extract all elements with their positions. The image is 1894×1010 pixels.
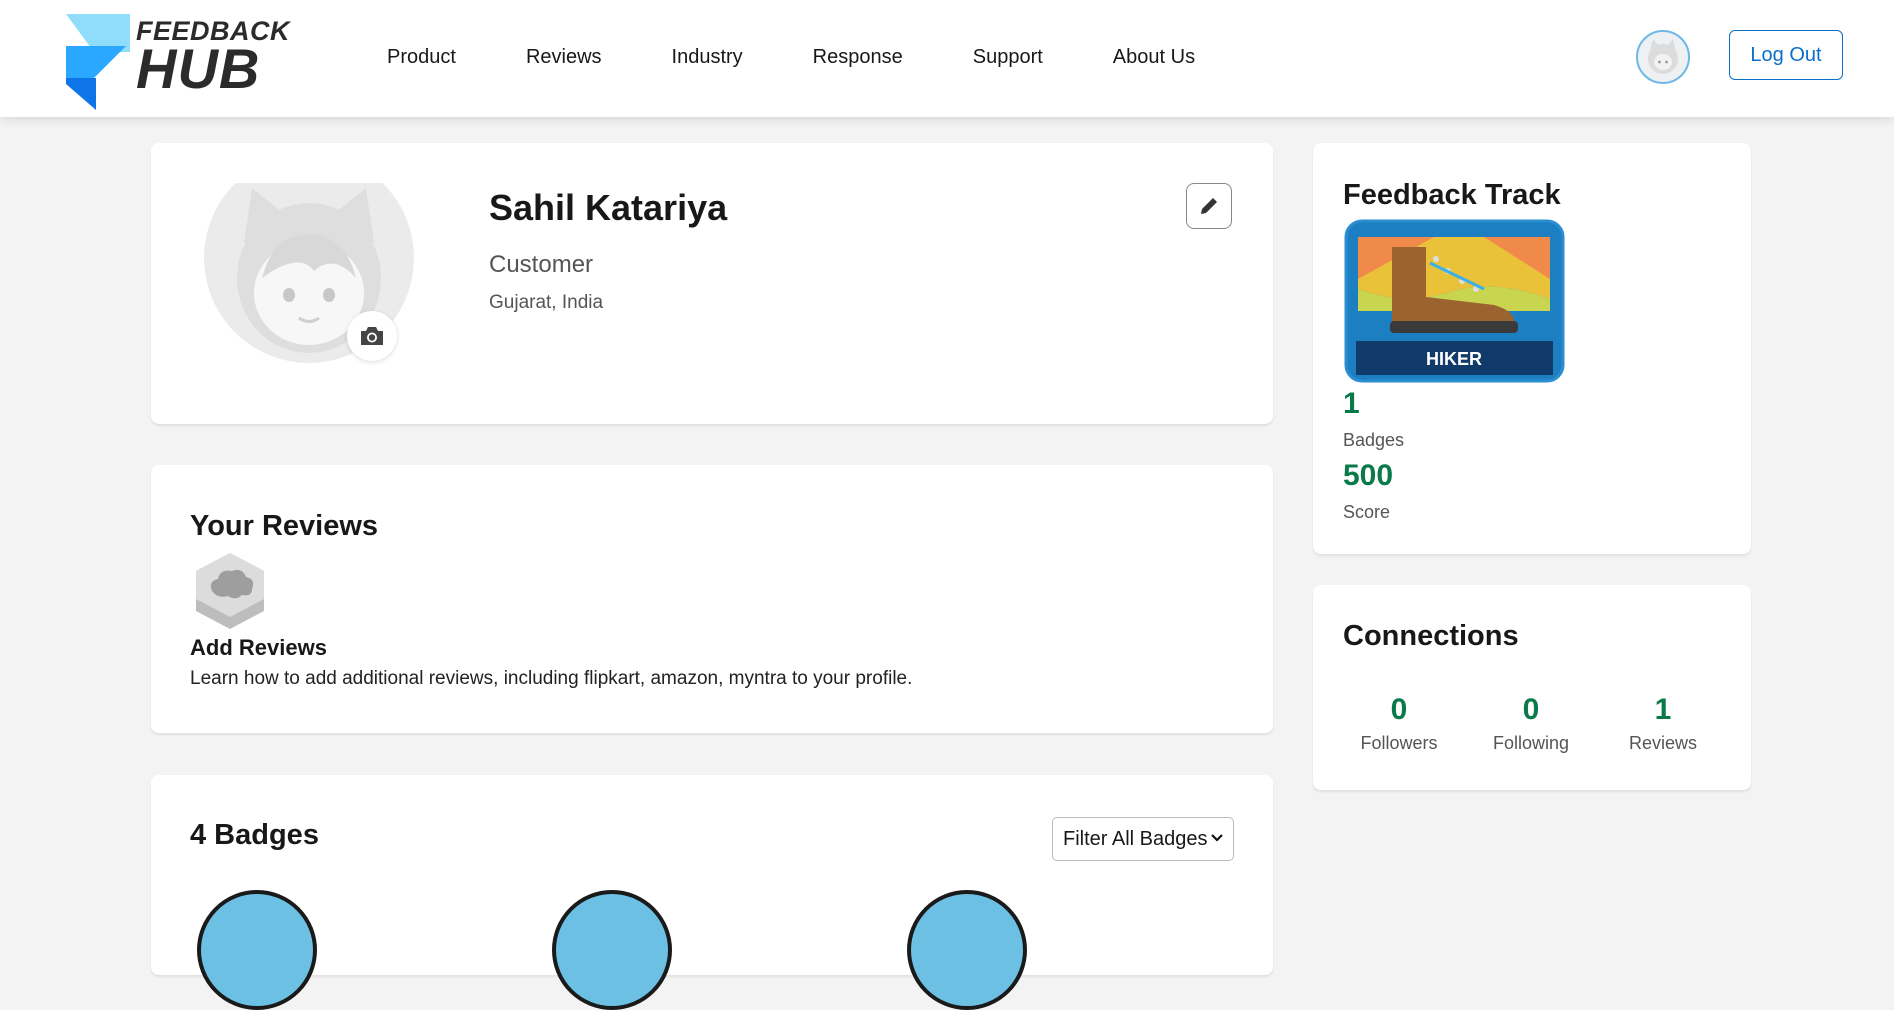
score-label: Score bbox=[1343, 502, 1391, 522]
nav-support[interactable]: Support bbox=[973, 46, 1043, 69]
following-count: 0 bbox=[1522, 693, 1540, 726]
pencil-icon bbox=[1201, 196, 1219, 214]
add-reviews-title[interactable]: Add Reviews bbox=[190, 635, 327, 661]
followers-label: Followers bbox=[1360, 733, 1438, 753]
following-label: Following bbox=[1492, 733, 1570, 753]
cloud-hexagon-icon bbox=[190, 551, 270, 631]
reviews-stat[interactable]: 1 Reviews bbox=[1603, 693, 1723, 754]
followers-stat[interactable]: 0 Followers bbox=[1339, 693, 1459, 754]
feedback-track-card: Feedback Track HIKER 1 Badges 500 Score bbox=[1313, 143, 1751, 554]
connections-card: Connections 0 Followers 0 Following 1 Re… bbox=[1313, 585, 1751, 790]
profile-location: Gujarat, India bbox=[489, 292, 604, 313]
chevron-down-icon bbox=[1211, 834, 1223, 842]
profile-card: Sahil Katariya Customer Gujarat, India bbox=[151, 143, 1273, 424]
badge-item[interactable] bbox=[197, 890, 317, 1010]
reviews-label: Reviews bbox=[1628, 733, 1698, 753]
your-reviews-card: Your Reviews Add Reviews Learn how to ad… bbox=[151, 465, 1273, 733]
badges-card: 4 Badges Filter All Badges bbox=[151, 775, 1273, 1010]
main-nav: Product Reviews Industry Response Suppor… bbox=[387, 0, 1265, 114]
nav-about-us[interactable]: About Us bbox=[1113, 46, 1195, 69]
nav-response[interactable]: Response bbox=[813, 46, 903, 69]
hiker-badge[interactable]: HIKER bbox=[1344, 219, 1565, 383]
badges-count: 1 bbox=[1343, 387, 1360, 420]
logout-button[interactable]: Log Out bbox=[1729, 30, 1843, 80]
reviews-title: Your Reviews bbox=[190, 510, 379, 542]
hiker-boot-icon: HIKER bbox=[1344, 219, 1565, 383]
nav-industry[interactable]: Industry bbox=[672, 46, 743, 69]
hiker-badge-label: HIKER bbox=[1426, 349, 1482, 369]
badges-title: 4 Badges bbox=[190, 819, 319, 851]
badge-filter-select[interactable]: Filter All Badges bbox=[1052, 817, 1234, 861]
add-reviews-description: Learn how to add additional reviews, inc… bbox=[190, 668, 913, 689]
following-stat[interactable]: 0 Following bbox=[1471, 693, 1591, 754]
profile-name: Sahil Katariya bbox=[489, 187, 728, 228]
followers-count: 0 bbox=[1390, 693, 1408, 726]
track-title: Feedback Track bbox=[1343, 179, 1561, 211]
reviews-count: 1 bbox=[1654, 693, 1672, 726]
badge-filter-value: Filter All Badges bbox=[1063, 827, 1208, 850]
score-value: 500 bbox=[1343, 459, 1394, 492]
top-header: FEEDBACK HUB Product Reviews Industry Re… bbox=[0, 0, 1894, 117]
feedback-hub-logo[interactable]: FEEDBACK HUB bbox=[64, 12, 290, 112]
nav-reviews[interactable]: Reviews bbox=[526, 46, 602, 69]
user-avatar-button[interactable] bbox=[1636, 30, 1690, 84]
nav-product[interactable]: Product bbox=[387, 46, 456, 69]
badges-count-label: Badges bbox=[1343, 430, 1405, 450]
logo-mark-icon bbox=[66, 14, 130, 110]
avatar-icon bbox=[1648, 39, 1678, 74]
logo-line2: HUB bbox=[136, 37, 261, 100]
connections-title: Connections bbox=[1343, 620, 1519, 652]
badge-item[interactable] bbox=[907, 890, 1027, 1010]
edit-profile-button[interactable] bbox=[1186, 183, 1232, 229]
profile-role: Customer bbox=[489, 251, 594, 278]
camera-icon bbox=[361, 327, 383, 345]
change-photo-button[interactable] bbox=[347, 311, 397, 361]
badge-item[interactable] bbox=[552, 890, 672, 1010]
